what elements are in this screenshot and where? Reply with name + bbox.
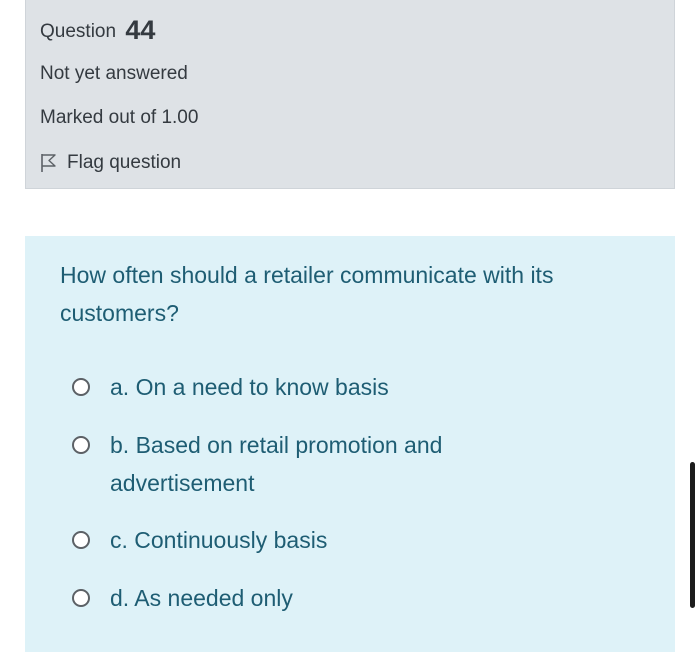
question-word: Question [40, 21, 117, 42]
question-heading: Question 44 [40, 14, 155, 48]
answer-option-c[interactable]: c. Continuously basis [72, 521, 327, 559]
question-number: 44 [125, 15, 156, 45]
flag-icon [40, 153, 58, 173]
question-text: How often should a retailer communicate … [60, 262, 554, 326]
flag-question-label: Flag question [67, 152, 182, 173]
question-marks: Marked out of 1.00 [40, 107, 199, 128]
answer-c-radio[interactable] [72, 531, 90, 549]
answer-a-radio[interactable] [72, 378, 90, 396]
answer-d-label[interactable]: d. As needed only [110, 579, 293, 617]
answer-status: Not yet answered [40, 63, 188, 84]
answer-option-d[interactable]: d. As needed only [72, 579, 293, 617]
answer-option-b[interactable]: b. Based on retail promotion and adverti… [72, 426, 550, 502]
flag-question-link[interactable]: Flag question [40, 151, 181, 175]
answer-a-label[interactable]: a. On a need to know basis [110, 368, 389, 406]
question-info-panel: Question 44 Not yet answered Marked out … [25, 0, 675, 189]
quiz-page: Question 44 Not yet answered Marked out … [0, 0, 700, 652]
answer-c-label[interactable]: c. Continuously basis [110, 521, 327, 559]
question-content-panel: How often should a retailer communicate … [25, 236, 675, 652]
answer-d-radio[interactable] [72, 589, 90, 607]
answer-option-a[interactable]: a. On a need to know basis [72, 368, 389, 406]
answer-b-radio[interactable] [72, 436, 90, 454]
answer-b-label[interactable]: b. Based on retail promotion and adverti… [110, 426, 550, 502]
scrollbar[interactable] [690, 462, 695, 608]
